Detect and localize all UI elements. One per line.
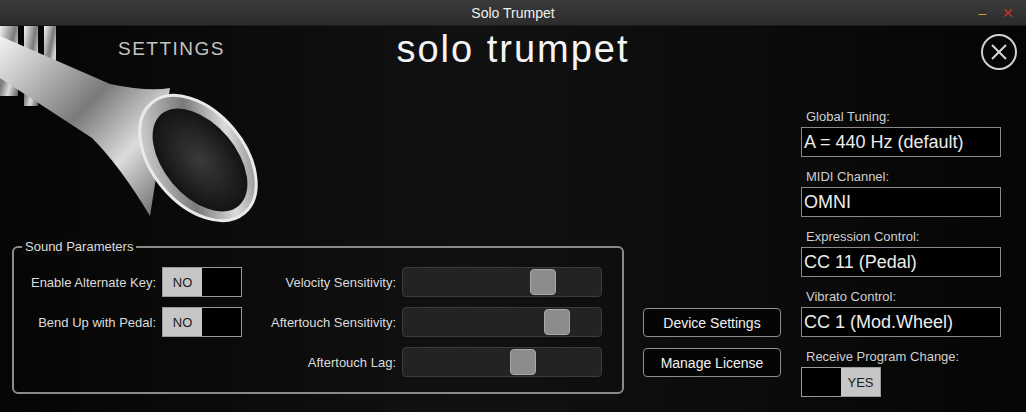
field-label: MIDI Channel: (801, 167, 1001, 187)
sound-parameters-panel: Sound ParametersEnable Alternate Key:NOB… (12, 246, 624, 394)
header: SETTINGSsolo trumpet (0, 26, 1026, 100)
section-title: SETTINGS (0, 26, 396, 100)
slider-track[interactable] (402, 307, 602, 337)
slider-thumb[interactable] (544, 309, 570, 335)
close-icon (990, 43, 1008, 61)
toggle-switch[interactable]: NO (162, 267, 242, 297)
slider-cell (402, 347, 602, 377)
field-label: Vibrato Control: (801, 287, 1001, 307)
window-controls: –✕ (978, 3, 1026, 23)
toggle-left-half: NO (163, 268, 202, 296)
slider-track[interactable] (402, 267, 602, 297)
slider-thumb[interactable] (510, 349, 536, 375)
parameter-label: Velocity Sensitivity: (248, 275, 396, 290)
field-label: Receive Program Change: (801, 347, 1001, 367)
button-column: Device Settings Manage License (643, 308, 781, 377)
close-settings-button[interactable] (981, 34, 1017, 70)
left-area: Sound Parameters Enable Alternate Key: NO B… (0, 100, 801, 412)
toggle-right-half (202, 268, 241, 296)
slider-cell (402, 307, 602, 337)
toggle-right-half: YES (841, 368, 880, 396)
app-title: solo trumpet (396, 26, 629, 100)
field-value[interactable]: CC 1 (Mod.Wheel) (801, 307, 1001, 337)
slider-cell (402, 267, 602, 297)
toggle-cell: NO (162, 307, 242, 337)
close-window-button[interactable]: ✕ (1002, 3, 1014, 23)
slider-track[interactable] (402, 347, 602, 377)
title-bar: Solo Trumpet –✕ (0, 0, 1026, 26)
parameter-grid: Enable Alternate Key: NO Bend Up with Peda… (14, 248, 622, 377)
window-title: Solo Trumpet (471, 5, 554, 21)
field-label: Expression Control: (801, 227, 1001, 247)
toggle-left-half (802, 368, 841, 396)
toggle-right-half (202, 308, 241, 336)
slider-thumb[interactable] (530, 269, 556, 295)
toggle-cell: NO (162, 267, 242, 297)
minimize-button[interactable]: – (978, 3, 986, 23)
app-window: Solo Trumpet–✕SETTINGSsolo trumpetSound … (0, 0, 1026, 412)
field-label: Global Tuning: (801, 107, 1001, 127)
field-value[interactable]: CC 11 (Pedal) (801, 247, 1001, 277)
settings-body: SETTINGSsolo trumpetSound ParametersEnab… (0, 26, 1026, 412)
parameter-label: Bend Up with Pedal: (18, 315, 156, 330)
main-area: Sound Parameters Enable Alternate Key: NO B… (0, 100, 1026, 412)
action-button[interactable]: Manage License (643, 348, 781, 377)
field-value[interactable]: A = 440 Hz (default) (801, 127, 1001, 157)
program-change-toggle[interactable]: YES (801, 367, 881, 397)
parameter-label: Aftertouch Lag: (248, 355, 396, 370)
toggle-left-half: NO (163, 308, 202, 336)
toggle-switch[interactable]: NO (162, 307, 242, 337)
parameter-label: Aftertouch Sensitivity: (248, 315, 396, 330)
panel-title: Sound Parameters (22, 239, 136, 255)
parameter-label: Enable Alternate Key: (18, 275, 156, 290)
field-value[interactable]: OMNI (801, 187, 1001, 217)
right-column: Global Tuning:A = 440 Hz (default) MIDI C… (801, 100, 1001, 412)
action-button[interactable]: Device Settings (643, 308, 781, 337)
